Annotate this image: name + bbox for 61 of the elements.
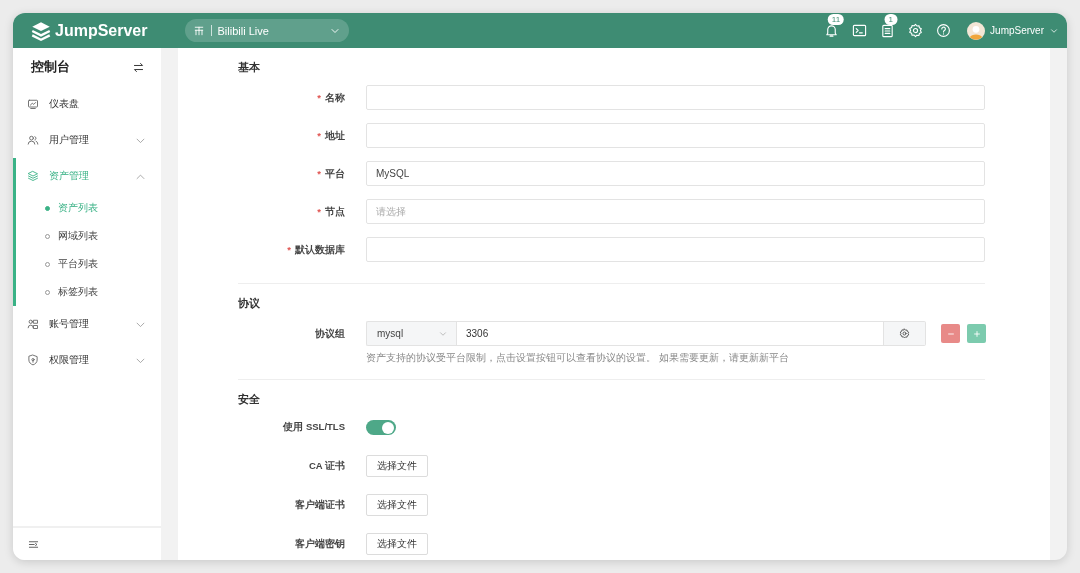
field-label: * 名称 bbox=[316, 91, 345, 105]
field-label: 使用 SSL/TLS bbox=[282, 420, 345, 434]
plus-icon bbox=[971, 328, 982, 339]
organization-icon bbox=[192, 24, 205, 37]
sidebar-item[interactable]: 账号管理 bbox=[16, 306, 161, 342]
field-label: * 节点 bbox=[316, 205, 345, 219]
logo-icon bbox=[31, 20, 51, 41]
sidebar-item[interactable]: 权限管理 bbox=[16, 342, 161, 378]
field-label: CA 证书 bbox=[308, 459, 345, 473]
settings-icon bbox=[899, 328, 910, 339]
input-field[interactable] bbox=[366, 123, 985, 148]
input-field[interactable]: MySQL bbox=[366, 161, 985, 186]
count-badge: 1 bbox=[884, 14, 898, 25]
field-label: 客户端证书 bbox=[294, 498, 345, 512]
field-label: * 地址 bbox=[316, 129, 345, 143]
sidebar-subitem[interactable]: 标签列表 bbox=[16, 278, 161, 306]
protocol-select[interactable]: mysql bbox=[366, 321, 456, 346]
field-label: 客户端密钥 bbox=[294, 537, 345, 551]
sidebar-item[interactable]: 仪表盘 bbox=[16, 86, 161, 122]
field-label: * 平台 bbox=[316, 167, 345, 181]
section-title: 安全 bbox=[238, 392, 261, 407]
input-field[interactable] bbox=[366, 237, 985, 262]
choose-file-button[interactable]: 选择文件 bbox=[366, 533, 428, 555]
help-icon[interactable] bbox=[935, 23, 951, 38]
settings-icon[interactable] bbox=[907, 23, 923, 38]
field-label: 协议组 bbox=[314, 327, 345, 341]
sidebar-subitem[interactable]: 平台列表 bbox=[16, 250, 161, 278]
settings-button[interactable] bbox=[884, 321, 926, 346]
sidebar-title: 控制台 bbox=[31, 58, 70, 76]
user-menu[interactable]: JumpServer bbox=[967, 21, 1059, 40]
logo-text: JumpServer bbox=[55, 21, 148, 40]
chart-icon bbox=[27, 98, 39, 110]
help-text: 资产支持的协议受平台限制，点击设置按钮可以查看协议的设置。 如果需要更新，请更新新平台 bbox=[366, 351, 790, 365]
input-field[interactable]: 请选择 bbox=[366, 199, 985, 224]
required-mark: * bbox=[287, 244, 291, 255]
choose-file-button[interactable]: 选择文件 bbox=[366, 455, 428, 477]
section-title: 协议 bbox=[238, 296, 261, 311]
shield-icon bbox=[27, 354, 39, 366]
clipboard-icon[interactable] bbox=[879, 23, 895, 38]
sidebar-subitem[interactable]: 网域列表 bbox=[16, 222, 161, 250]
required-mark: * bbox=[317, 206, 321, 217]
input-field[interactable] bbox=[366, 85, 985, 110]
port-field[interactable]: 3306 bbox=[456, 321, 884, 346]
count-badge: 11 bbox=[827, 14, 845, 25]
collapse-icon[interactable] bbox=[28, 538, 39, 550]
toggle-switch[interactable] bbox=[366, 420, 396, 435]
required-mark: * bbox=[317, 130, 321, 141]
avatar-icon bbox=[967, 21, 986, 40]
required-mark: * bbox=[317, 92, 321, 103]
required-mark: * bbox=[317, 168, 321, 179]
sidebar-item[interactable]: 用户管理 bbox=[16, 122, 161, 158]
terminal-icon[interactable] bbox=[851, 23, 867, 38]
layers-icon bbox=[27, 170, 39, 182]
choose-file-button[interactable]: 选择文件 bbox=[366, 494, 428, 516]
accounts-icon bbox=[27, 318, 39, 330]
switch-icon[interactable] bbox=[132, 60, 145, 74]
bullet-icon bbox=[45, 205, 50, 211]
field-label: * 默认数据库 bbox=[286, 243, 345, 257]
users-icon bbox=[27, 134, 39, 146]
bell-icon[interactable] bbox=[823, 23, 839, 38]
section-title: 基本 bbox=[238, 60, 261, 75]
